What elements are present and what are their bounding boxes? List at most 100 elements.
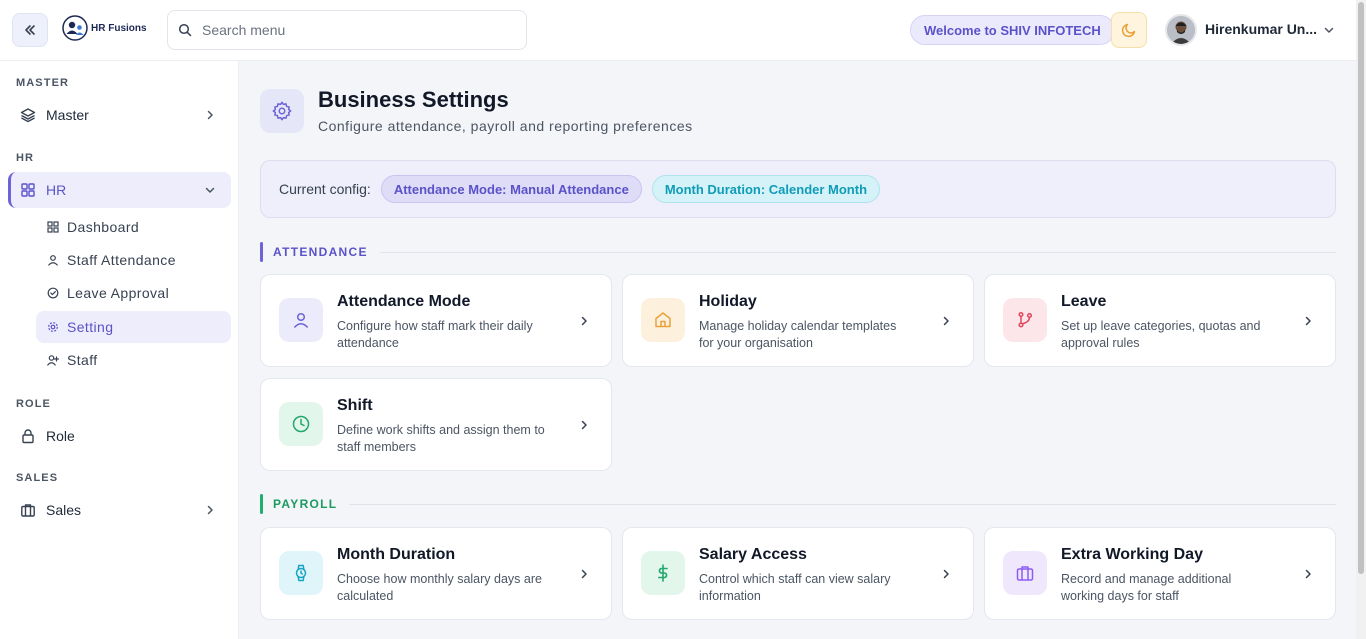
branch-icon [1018,311,1033,328]
card-icon-box [641,551,685,595]
section-header-payroll: PAYROLL [260,494,1336,514]
card-title: Shift [337,397,373,414]
card-title: Attendance Mode [337,293,471,310]
card-title: Leave [1061,293,1107,310]
theme-toggle-button[interactable] [1111,12,1147,48]
scrollbar-thumb[interactable] [1358,2,1364,574]
section-divider [379,251,1336,253]
card-extra-working-day[interactable]: Extra Working Day Record and manage addi… [984,527,1336,620]
gear-icon [272,101,292,121]
card-description: Record and manage additional working day… [1061,572,1232,603]
chevron-right-icon [1305,316,1311,326]
section-header-attendance: ATTENDANCE [260,242,1336,262]
card-leave[interactable]: Leave Set up leave categories, quotas an… [984,274,1336,367]
card-description: Define work shifts and assign them to st… [337,423,545,454]
sidebar-item-label: HR [46,182,67,198]
collapse-sidebar-button[interactable] [12,13,48,47]
page-scrollbar[interactable] [1356,0,1366,639]
attendance-mode-chip: Attendance Mode: Manual Attendance [380,175,642,203]
search-icon [178,23,192,37]
section-divider [349,503,1336,505]
sidebar-section-hr: HR [16,152,35,164]
sidebar-subitem-label: Leave Approval [67,285,170,301]
sidebar-section-role: ROLE [16,398,51,410]
grid-icon [20,182,36,198]
user-plus-icon [46,353,60,367]
chevron-down-icon[interactable] [1322,23,1336,37]
user-name[interactable]: Hirenkumar Un... [1205,21,1317,37]
search-box[interactable] [167,10,527,50]
sidebar-subitem-label: Setting [67,319,114,335]
card-shift[interactable]: Shift Define work shifts and assign them… [260,378,612,471]
hr-fusions-logo-icon [62,15,88,41]
card-holiday[interactable]: Holiday Manage holiday calendar template… [622,274,974,367]
sidebar-item-label: Master [46,107,89,123]
section-accent-bar [260,242,263,262]
card-month-duration[interactable]: Month Duration Choose how monthly salary… [260,527,612,620]
sidebar-subitem-setting[interactable]: Setting [36,311,231,343]
clock-icon [292,415,310,433]
chevron-right-icon [581,316,587,326]
layers-icon [20,107,36,123]
brand-logo[interactable]: HR Fusions [62,15,147,41]
section-accent-bar [260,494,263,514]
sidebar-item-master[interactable]: Master [8,97,231,133]
brand-name: HR Fusions [91,22,147,34]
moon-icon [1121,23,1136,38]
gear-icon [46,320,60,334]
card-title: Holiday [699,293,757,310]
month-duration-chip: Month Duration: Calender Month [651,175,881,203]
card-description: Choose how monthly salary days are calcu… [337,572,542,603]
user-photo-icon [1167,16,1195,44]
sidebar-subitem-dashboard[interactable]: Dashboard [36,211,231,243]
card-description: Manage holiday calendar templates for yo… [699,319,897,350]
lock-icon [20,428,36,444]
sidebar-item-role[interactable]: Role [8,418,231,454]
card-icon-box [1003,298,1047,342]
home-icon [655,312,671,328]
chevron-down-icon [205,187,215,193]
chevron-right-icon [581,569,587,579]
search-input[interactable] [202,22,502,38]
card-icon-box [279,298,323,342]
config-label: Current config: [279,181,371,197]
card-icon-box [279,551,323,595]
chevron-right-icon [581,420,587,430]
section-label: PAYROLL [273,497,338,511]
chevron-right-icon [1305,569,1311,579]
card-title: Month Duration [337,546,456,563]
briefcase-icon [20,502,36,518]
card-title: Extra Working Day [1061,546,1203,563]
main-content: Business Settings Configure attendance, … [239,61,1356,639]
sidebar-item-label: Sales [46,502,82,518]
sidebar-section-master: MASTER [16,77,70,89]
card-title: Salary Access [699,546,807,563]
sidebar-subitem-label: Dashboard [67,219,140,235]
card-salary-access[interactable]: Salary Access Control which staff can vi… [622,527,974,620]
user-icon [294,312,308,328]
section-label: ATTENDANCE [273,245,368,259]
sidebar-subitem-staff-attendance[interactable]: Staff Attendance [36,244,231,276]
chevron-right-icon [943,316,949,326]
sidebar-item-sales[interactable]: Sales [8,492,231,528]
top-bar: HR Fusions Welcome to SHIV INFOTECH Hire… [0,0,1356,61]
double-chevron-left-icon [25,25,35,35]
user-avatar[interactable] [1165,14,1197,46]
watch-icon [295,564,307,582]
sidebar-subitem-label: Staff [67,352,98,368]
sidebar-subitem-leave-approval[interactable]: Leave Approval [36,277,231,309]
card-attendance-mode[interactable]: Attendance Mode Configure how staff mark… [260,274,612,367]
chevron-right-icon [207,505,213,515]
welcome-badge: Welcome to SHIV INFOTECH [910,15,1115,45]
grid-icon [46,220,60,234]
card-description: Control which staff can view salary info… [699,572,891,603]
check-circle-icon [46,286,60,300]
sidebar-subitem-staff[interactable]: Staff [36,344,231,376]
user-icon [46,253,60,267]
settings-page-icon [260,89,304,133]
sidebar-item-hr[interactable]: HR [8,172,231,208]
dollar-icon [658,564,668,582]
current-config-panel: Current config: Attendance Mode: Manual … [260,160,1336,218]
card-icon-box [279,402,323,446]
page-subtitle: Configure attendance, payroll and report… [318,118,693,134]
